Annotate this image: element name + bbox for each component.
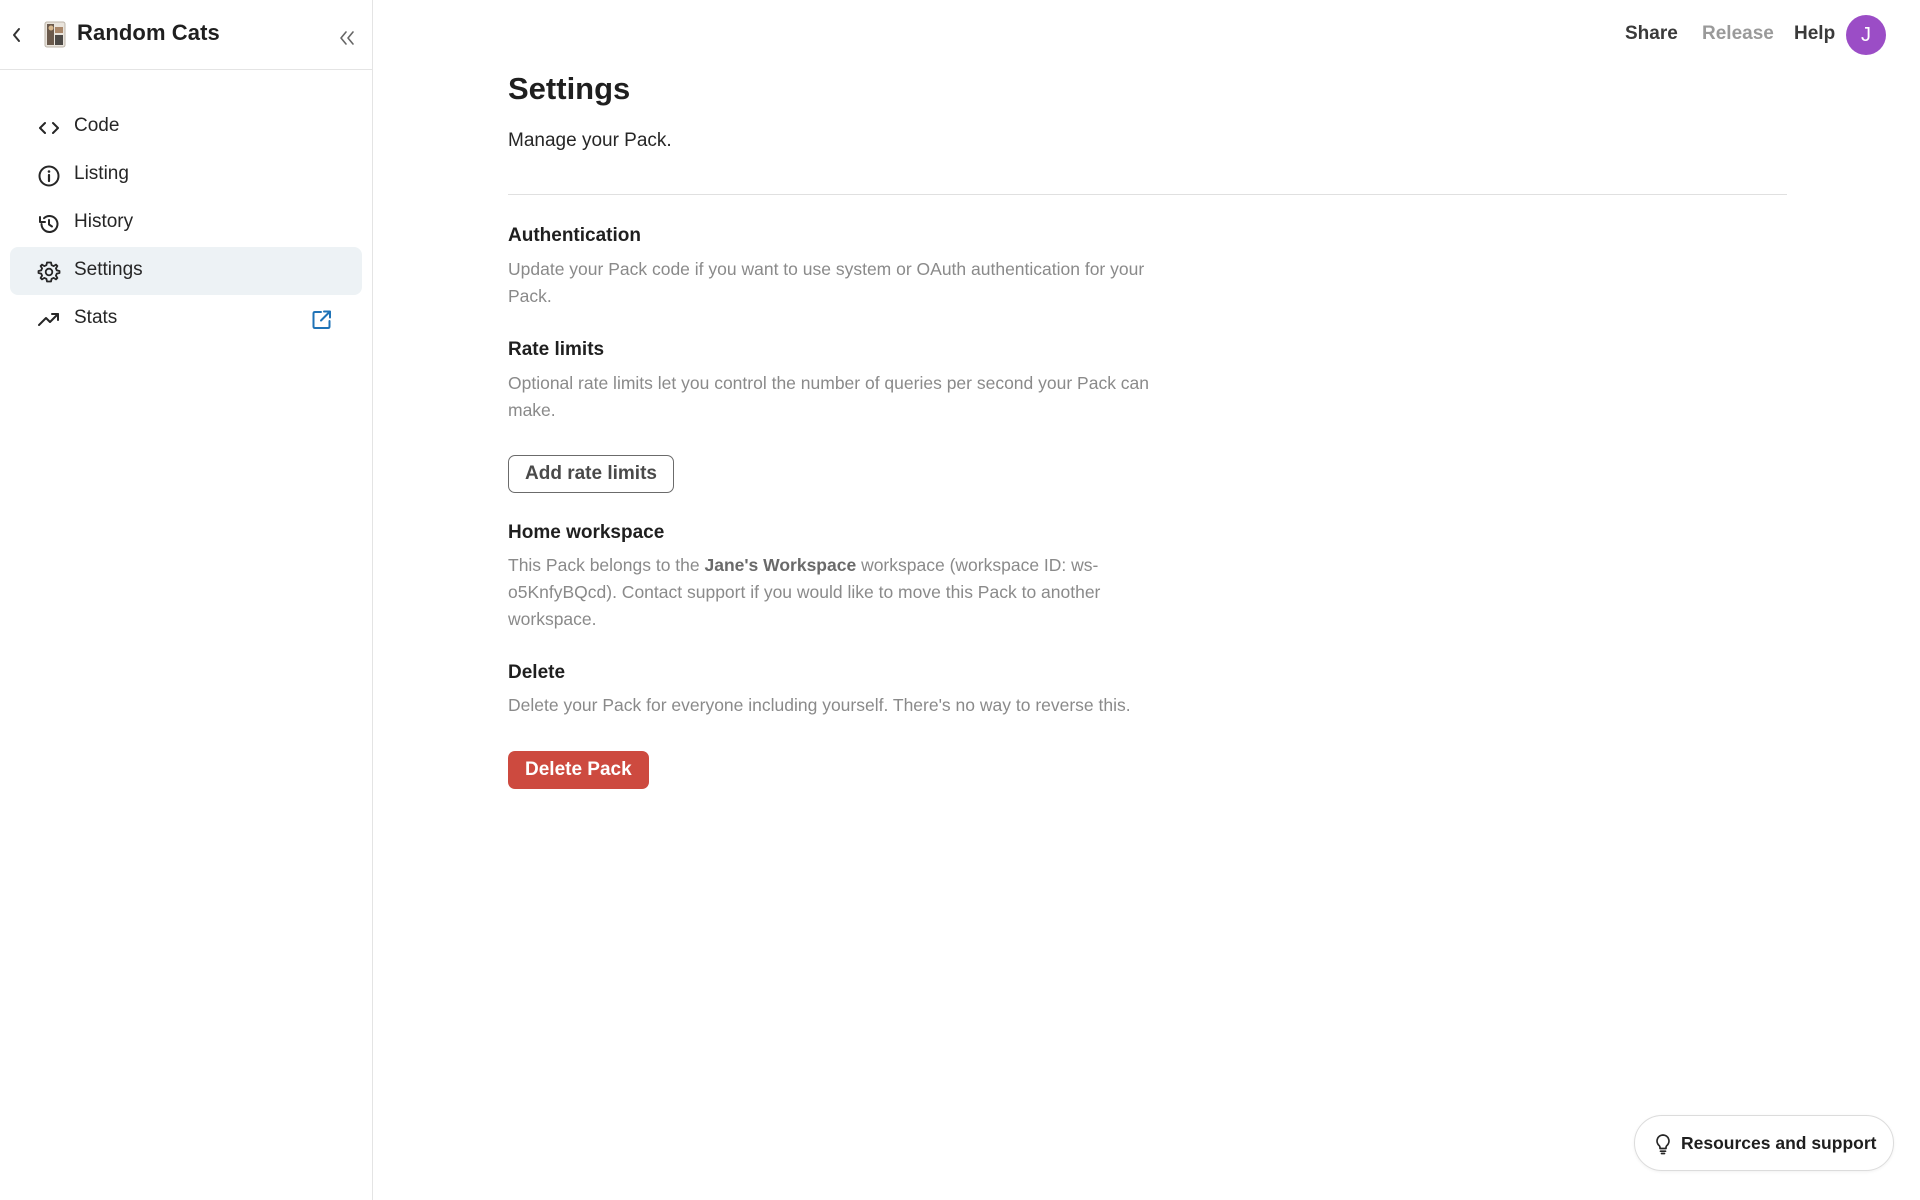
page-subtitle: Manage your Pack. [508, 130, 672, 151]
trending-up-icon [37, 308, 61, 332]
sidebar-item-stats[interactable]: Stats [10, 295, 362, 343]
pack-logo [42, 19, 68, 49]
sidebar-item-label: History [74, 211, 134, 232]
sidebar-header: Random Cats [0, 0, 372, 70]
authentication-description: Update your Pack code if you want to use… [508, 259, 1145, 306]
release-button[interactable]: Release [1702, 23, 1774, 45]
pack-name: Random Cats [77, 20, 220, 45]
avatar[interactable]: J [1846, 15, 1886, 55]
code-icon [37, 116, 61, 140]
sidebar-item-history[interactable]: History [10, 199, 362, 247]
sidebar-item-label: Listing [74, 163, 129, 184]
external-link-icon[interactable] [310, 308, 334, 332]
gear-icon [37, 260, 61, 284]
help-button[interactable]: Help [1794, 23, 1835, 45]
delete-title: Delete [508, 662, 566, 683]
delete-description: Delete your Pack for everyone including … [508, 695, 1131, 715]
add-rate-limits-button[interactable]: Add rate limits [508, 455, 674, 493]
share-button[interactable]: Share [1625, 23, 1678, 45]
info-icon [37, 164, 61, 188]
rate-limits-description: Optional rate limits let you control the… [508, 373, 1150, 420]
divider [508, 194, 1787, 195]
resources-and-support-label: Resources and support [1681, 1133, 1877, 1153]
sidebar-item-label: Code [74, 115, 120, 136]
sidebar-item-settings[interactable]: Settings [10, 247, 362, 295]
home-workspace-text-before: This Pack belongs to the [508, 555, 705, 575]
lightbulb-icon [1653, 1133, 1673, 1155]
authentication-title: Authentication [508, 225, 641, 246]
resources-and-support-button[interactable]: Resources and support [1634, 1115, 1894, 1171]
sidebar-item-label: Settings [74, 259, 143, 280]
home-workspace-description: This Pack belongs to the Jane's Workspac… [508, 552, 1188, 633]
rate-limits-title: Rate limits [508, 339, 605, 360]
sidebar-item-listing[interactable]: Listing [10, 151, 362, 199]
sidebar: Random Cats Code Listing History Setting… [0, 0, 373, 1200]
delete-pack-button[interactable]: Delete Pack [508, 751, 649, 789]
home-workspace-title: Home workspace [508, 522, 665, 543]
workspace-name: Jane's Workspace [704, 555, 857, 575]
sidebar-nav: Code Listing History Settings Stats [10, 103, 362, 343]
chevron-left-icon[interactable] [8, 22, 26, 48]
double-chevron-left-icon[interactable] [335, 27, 359, 49]
page-title: Settings [508, 71, 631, 106]
sidebar-item-label: Stats [74, 307, 118, 328]
sidebar-item-code[interactable]: Code [10, 103, 362, 151]
history-icon [37, 212, 61, 236]
